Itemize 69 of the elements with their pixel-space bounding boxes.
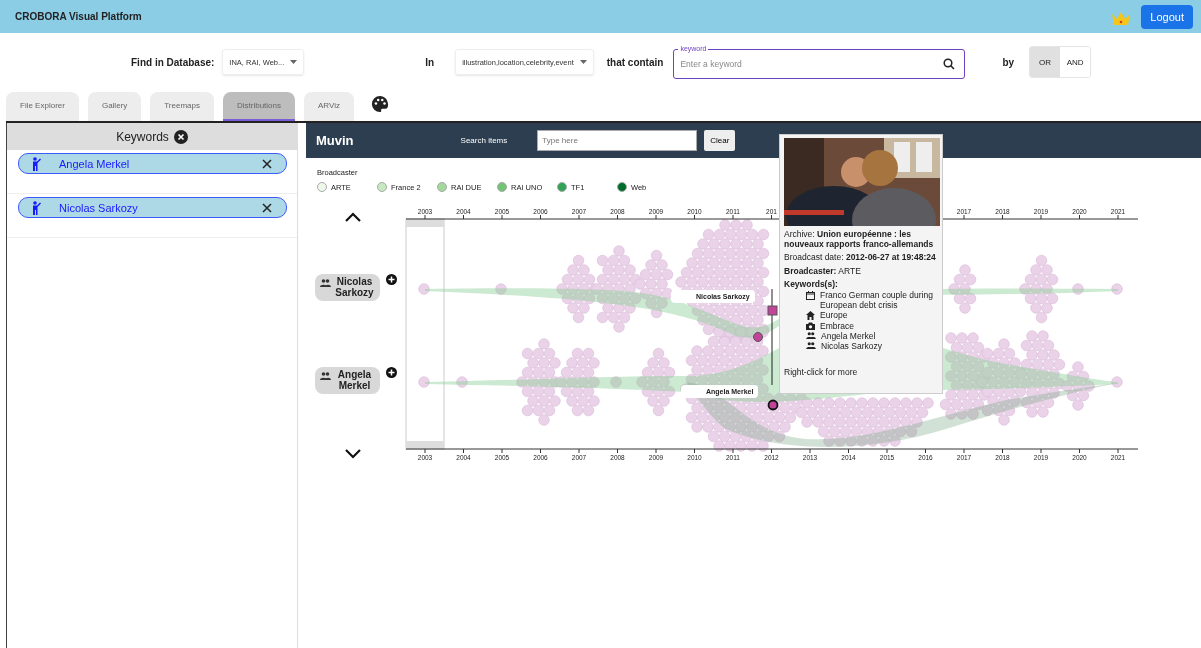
search-label: Search items — [460, 136, 508, 145]
archive-text: Archive: Union européenne : les nouveaux rapports franco-allemands — [784, 229, 935, 250]
person-icon — [31, 200, 41, 215]
by-label: by — [1002, 56, 1015, 68]
in-label: In — [425, 56, 435, 68]
bubble-cluster — [418, 283, 430, 295]
keyword-item: Europe — [820, 310, 848, 321]
caret-icon — [579, 60, 587, 64]
bubble-cluster — [1072, 283, 1084, 295]
mode-toggle[interactable]: OR — [1030, 47, 1061, 77]
search-field[interactable]: Type here — [537, 130, 698, 151]
palette-icon[interactable] — [370, 95, 389, 113]
people-icon — [806, 341, 816, 349]
home-icon — [806, 311, 815, 321]
bubble-cluster — [1019, 254, 1059, 324]
tab[interactable]: ARViz — [304, 92, 354, 121]
people-icon — [320, 372, 331, 380]
bubble-cluster — [636, 347, 676, 417]
keyword-item: Franco German couple during European debt crisis — [820, 289, 934, 311]
app-title: CROBORA Visual Platform — [15, 11, 142, 22]
hint-text: Right-click for more — [784, 367, 859, 378]
keyword-item: Angela Merkel — [821, 330, 876, 341]
bubble-cluster — [456, 376, 468, 388]
close-icon[interactable] — [173, 129, 188, 144]
database-label: Find in Database: — [131, 56, 215, 68]
data-point — [767, 399, 779, 411]
tab[interactable]: Treemaps — [150, 92, 214, 121]
tab[interactable]: File Explorer — [6, 92, 79, 121]
clear-button[interactable]: Clear — [704, 130, 736, 151]
contain-label: that contain — [606, 56, 664, 68]
close-icon[interactable] — [262, 202, 272, 213]
bubble-cluster — [555, 347, 600, 417]
add-icon[interactable] — [386, 367, 397, 378]
close-icon[interactable] — [262, 158, 272, 169]
bubble-cluster — [495, 283, 507, 295]
bubble-cluster — [1111, 376, 1123, 388]
keyword-item: Embrace — [820, 320, 854, 331]
bubble-cluster — [948, 264, 977, 314]
row-label[interactable]: Nicolas Sarkozy — [315, 274, 380, 301]
keywords-heading: Keywords(s): — [784, 278, 839, 289]
person-icon — [31, 156, 41, 171]
logout-button[interactable]: Logout — [1141, 4, 1193, 29]
keyword-item: Nicolas Sarkozy — [821, 340, 882, 352]
people-icon — [806, 331, 816, 339]
search-icon — [943, 58, 956, 70]
scroll-handle[interactable] — [406, 219, 444, 227]
muvin-title: Muvin — [316, 133, 354, 148]
bubble-cluster — [418, 376, 430, 388]
data-point — [767, 305, 778, 316]
panel-title: Keywords — [116, 129, 169, 144]
row-label[interactable]: Angela Merkel — [315, 367, 380, 394]
crown-icon — [1111, 10, 1132, 26]
data-point — [753, 332, 763, 342]
keyword-chip[interactable]: Angela Merkel — [18, 153, 287, 174]
caret-icon — [290, 60, 298, 64]
broadcaster-text: Broadcaster: ARTE — [784, 265, 862, 276]
bubble-cluster — [1111, 283, 1123, 295]
add-icon[interactable] — [386, 274, 397, 285]
chevron-up-icon[interactable] — [345, 212, 361, 222]
calendar-icon — [806, 290, 815, 300]
scroll-handle[interactable] — [406, 441, 444, 449]
people-icon — [320, 279, 331, 287]
chevron-down-icon[interactable] — [345, 449, 361, 459]
tab[interactable]: Gallery — [87, 92, 142, 121]
bubble-cluster — [610, 376, 622, 388]
tab[interactable]: Distributions — [222, 92, 295, 121]
date-text: Broadcast date: 2012-06-27 at 19:48:24 — [784, 252, 937, 263]
camera-icon — [806, 321, 815, 330]
keyword-chip[interactable]: Nicolas Sarkozy — [18, 197, 287, 218]
